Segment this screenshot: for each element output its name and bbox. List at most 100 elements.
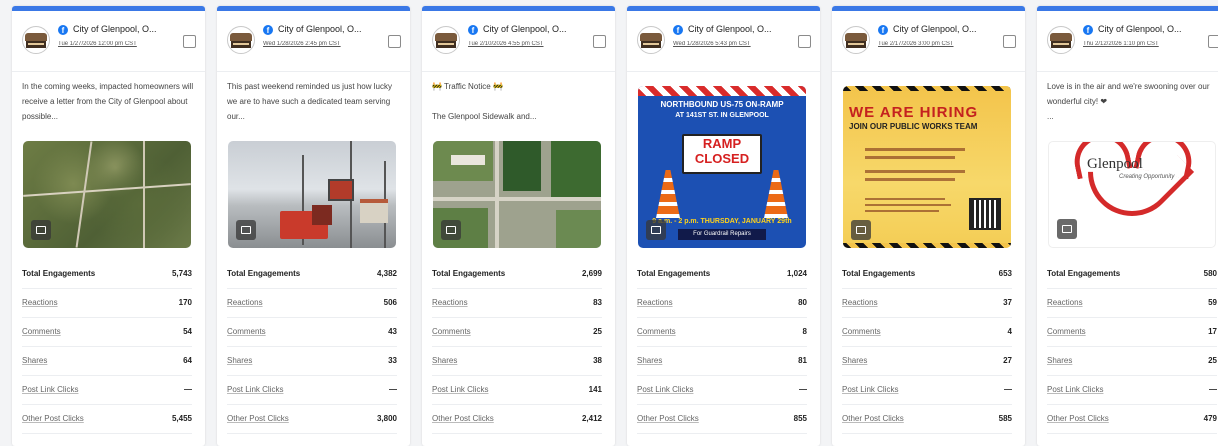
image-type-icon bbox=[236, 220, 256, 240]
post-header: f City of Glenpool, O... Tue 2/17/2026 3… bbox=[832, 11, 1025, 72]
metric-reactions: Reactions 170 bbox=[22, 289, 192, 318]
other-post-clicks-link[interactable]: Other Post Clicks bbox=[1047, 414, 1109, 423]
select-checkbox[interactable] bbox=[593, 35, 606, 48]
post-image[interactable]: Glenpool Creating Opportunity bbox=[1048, 141, 1216, 248]
post-date-link[interactable]: Tue 2/10/2026 4:55 pm CST bbox=[468, 41, 588, 47]
avatar bbox=[227, 26, 255, 54]
metric-other-post-clicks: Other Post Clicks 2,412 bbox=[432, 405, 602, 434]
post-message: This past weekend reminded us just how l… bbox=[227, 82, 392, 121]
image-headline: WE ARE HIRING bbox=[849, 104, 979, 121]
image-slogan: Creating Opportunity bbox=[1119, 174, 1175, 180]
post-link-clicks-link[interactable]: Post Link Clicks bbox=[227, 385, 283, 394]
select-checkbox[interactable] bbox=[183, 35, 196, 48]
post-image[interactable]: NORTHBOUND US-75 ON-RAMP AT 141ST ST. IN… bbox=[638, 86, 806, 248]
post-card[interactable]: f City of Glenpool, O... Tue 2/17/2026 3… bbox=[832, 6, 1025, 446]
comments-link[interactable]: Comments bbox=[842, 327, 881, 336]
metric-shares: Shares 38 bbox=[432, 347, 602, 376]
reactions-link[interactable]: Reactions bbox=[637, 298, 673, 307]
image-text-line1: NORTHBOUND US-75 ON-RAMP bbox=[660, 100, 784, 109]
post-cards-row: f City of Glenpool, O... Tue 1/27/2026 1… bbox=[0, 0, 1218, 446]
metric-other-post-clicks: Other Post Clicks 3,800 bbox=[227, 405, 397, 434]
post-link-clicks-link[interactable]: Post Link Clicks bbox=[842, 385, 898, 394]
shares-link[interactable]: Shares bbox=[227, 356, 252, 365]
metric-reactions: Reactions 83 bbox=[432, 289, 602, 318]
facebook-icon: f bbox=[263, 25, 273, 35]
post-message: Love is in the air and we're swooning ov… bbox=[1047, 82, 1210, 121]
post-date-link[interactable]: Thu 2/12/2026 1:10 pm CST bbox=[1083, 41, 1203, 47]
reactions-link[interactable]: Reactions bbox=[1047, 298, 1083, 307]
other-post-clicks-link[interactable]: Other Post Clicks bbox=[842, 414, 904, 423]
comments-link[interactable]: Comments bbox=[227, 327, 266, 336]
facebook-icon: f bbox=[58, 25, 68, 35]
post-header: f City of Glenpool, O... Wed 1/28/2026 2… bbox=[217, 11, 410, 72]
facebook-icon: f bbox=[468, 25, 478, 35]
metric-total-engagements: Total Engagements 5,743 bbox=[22, 260, 192, 289]
shares-link[interactable]: Shares bbox=[842, 356, 867, 365]
metric-reactions: Reactions 506 bbox=[227, 289, 397, 318]
image-type-icon bbox=[1057, 219, 1077, 239]
metric-shares: Shares 81 bbox=[637, 347, 807, 376]
reactions-link[interactable]: Reactions bbox=[842, 298, 878, 307]
qr-code bbox=[969, 198, 1001, 230]
select-checkbox[interactable] bbox=[798, 35, 811, 48]
metric-shares: Shares 33 bbox=[227, 347, 397, 376]
metric-total-engagements: Total Engagements 653 bbox=[842, 260, 1012, 289]
post-image[interactable] bbox=[228, 141, 396, 248]
metric-reactions: Reactions 37 bbox=[842, 289, 1012, 318]
post-date-link[interactable]: Tue 2/17/2026 3:00 pm CST bbox=[878, 41, 998, 47]
reactions-link[interactable]: Reactions bbox=[432, 298, 468, 307]
metric-other-post-clicks: Other Post Clicks 479 bbox=[1047, 405, 1217, 434]
post-card[interactable]: f City of Glenpool, O... Wed 1/28/2026 2… bbox=[217, 6, 410, 446]
post-date-link[interactable]: Wed 1/28/2026 5:43 pm CST bbox=[673, 41, 793, 47]
post-link-clicks-link[interactable]: Post Link Clicks bbox=[432, 385, 488, 394]
metric-reactions: Reactions 80 bbox=[637, 289, 807, 318]
image-type-icon bbox=[851, 220, 871, 240]
metric-post-link-clicks: Post Link Clicks — bbox=[1047, 376, 1217, 405]
shares-link[interactable]: Shares bbox=[432, 356, 457, 365]
shares-link[interactable]: Shares bbox=[22, 356, 47, 365]
select-checkbox[interactable] bbox=[1003, 35, 1016, 48]
comments-link[interactable]: Comments bbox=[637, 327, 676, 336]
page-name: City of Glenpool, O... bbox=[1098, 24, 1182, 34]
post-date-link[interactable]: Tue 1/27/2026 12:00 pm CST bbox=[58, 41, 178, 47]
reactions-link[interactable]: Reactions bbox=[22, 298, 58, 307]
post-card[interactable]: f City of Glenpool, O... Tue 2/10/2026 4… bbox=[422, 6, 615, 446]
metric-post-link-clicks: Post Link Clicks 141 bbox=[432, 376, 602, 405]
comments-link[interactable]: Comments bbox=[1047, 327, 1086, 336]
shares-link[interactable]: Shares bbox=[1047, 356, 1072, 365]
page-name: City of Glenpool, O... bbox=[893, 24, 977, 34]
post-card[interactable]: f City of Glenpool, O... Wed 1/28/2026 5… bbox=[627, 6, 820, 446]
metric-post-link-clicks: Post Link Clicks — bbox=[842, 376, 1012, 405]
select-checkbox[interactable] bbox=[1208, 35, 1218, 48]
comments-link[interactable]: Comments bbox=[22, 327, 61, 336]
post-header: f City of Glenpool, O... Tue 1/27/2026 1… bbox=[12, 11, 205, 72]
post-link-clicks-link[interactable]: Post Link Clicks bbox=[22, 385, 78, 394]
reactions-link[interactable]: Reactions bbox=[227, 298, 263, 307]
shares-link[interactable]: Shares bbox=[637, 356, 662, 365]
page-name: City of Glenpool, O... bbox=[278, 24, 362, 34]
other-post-clicks-link[interactable]: Other Post Clicks bbox=[637, 414, 699, 423]
post-image[interactable] bbox=[433, 141, 601, 248]
metric-other-post-clicks: Other Post Clicks 5,455 bbox=[22, 405, 192, 434]
select-checkbox[interactable] bbox=[388, 35, 401, 48]
post-card[interactable]: f City of Glenpool, O... Tue 1/27/2026 1… bbox=[12, 6, 205, 446]
metric-shares: Shares 64 bbox=[22, 347, 192, 376]
comments-link[interactable]: Comments bbox=[432, 327, 471, 336]
other-post-clicks-link[interactable]: Other Post Clicks bbox=[432, 414, 494, 423]
post-header: f City of Glenpool, O... Wed 1/28/2026 5… bbox=[627, 11, 820, 72]
metric-comments: Comments 43 bbox=[227, 318, 397, 347]
post-link-clicks-link[interactable]: Post Link Clicks bbox=[637, 385, 693, 394]
other-post-clicks-link[interactable]: Other Post Clicks bbox=[22, 414, 84, 423]
post-card[interactable]: f City of Glenpool, O... Thu 2/12/2026 1… bbox=[1037, 6, 1218, 446]
avatar bbox=[22, 26, 50, 54]
post-header: f City of Glenpool, O... Thu 2/12/2026 1… bbox=[1037, 11, 1218, 72]
other-post-clicks-link[interactable]: Other Post Clicks bbox=[227, 414, 289, 423]
metric-comments: Comments 17 bbox=[1047, 318, 1217, 347]
facebook-icon: f bbox=[673, 25, 683, 35]
post-image[interactable] bbox=[23, 141, 191, 248]
avatar bbox=[842, 26, 870, 54]
metric-total-engagements: Total Engagements 580 bbox=[1047, 260, 1217, 289]
post-date-link[interactable]: Wed 1/28/2026 2:45 pm CST bbox=[263, 41, 383, 47]
post-link-clicks-link[interactable]: Post Link Clicks bbox=[1047, 385, 1103, 394]
post-image[interactable]: WE ARE HIRING JOIN OUR PUBLIC WORKS TEAM bbox=[843, 86, 1011, 248]
